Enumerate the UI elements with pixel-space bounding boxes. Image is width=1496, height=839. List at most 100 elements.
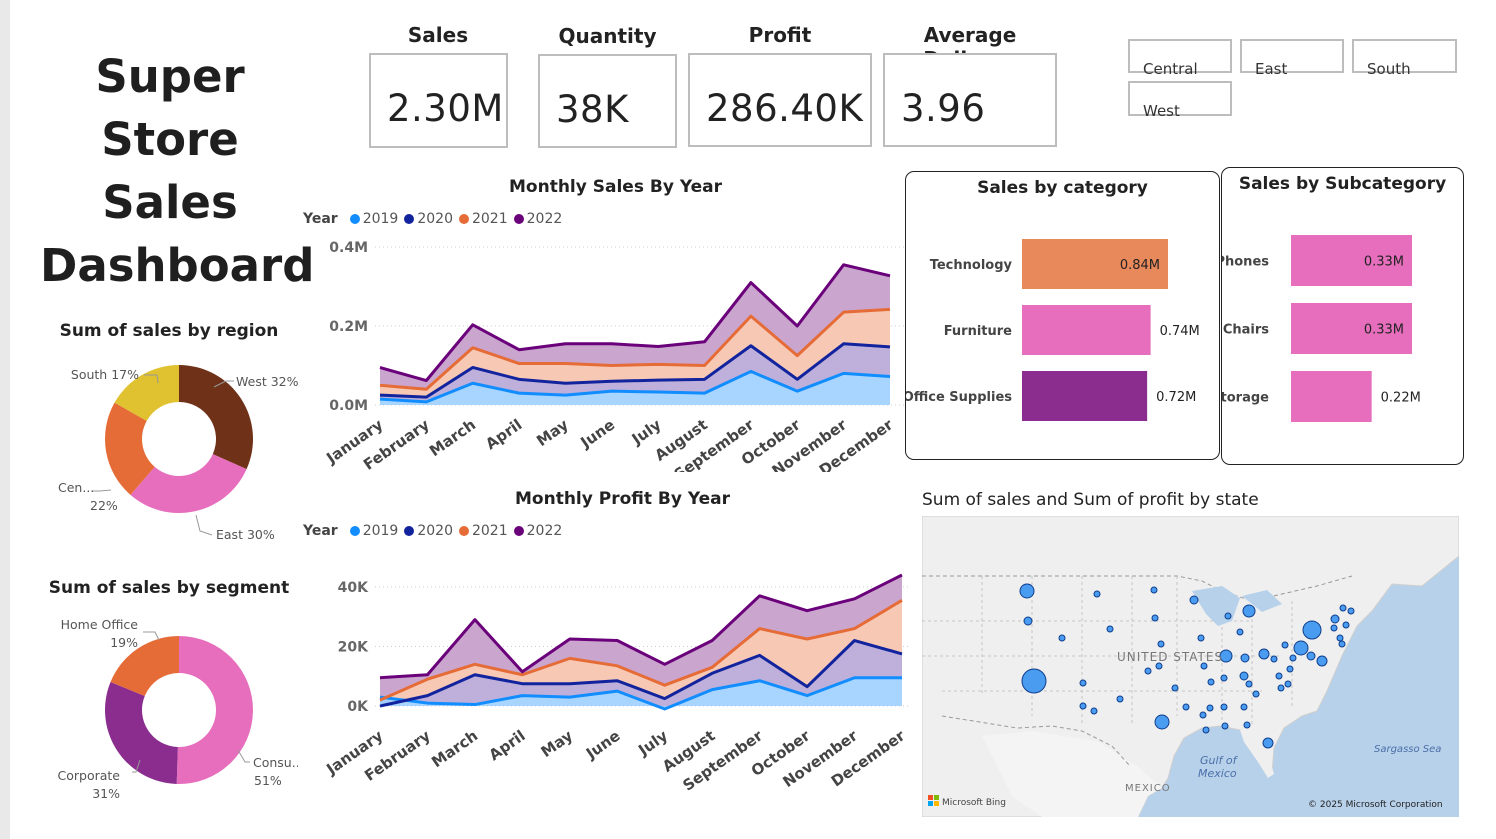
state-bubble[interactable] [1242, 604, 1256, 618]
state-bubble[interactable] [1224, 612, 1232, 620]
state-bubble[interactable] [1302, 620, 1322, 640]
slice-consumer[interactable] [176, 636, 253, 784]
slice-label: Cen... [58, 480, 94, 495]
state-bubble[interactable] [1330, 614, 1340, 624]
state-bubble[interactable] [1306, 651, 1316, 661]
state-bubble[interactable] [1021, 668, 1047, 694]
state-bubble[interactable] [1221, 722, 1229, 730]
state-bubble[interactable] [1220, 703, 1228, 711]
kpi-sales-label: Sales [407, 23, 469, 47]
kpi-delivery-card[interactable]: 3.96 [883, 53, 1057, 147]
segment-donut-chart[interactable]: Consu... 51% Corporate 31% Home Office 19% [40, 610, 299, 810]
legend-dot-icon [349, 526, 360, 536]
state-bubble[interactable] [1316, 655, 1328, 667]
slice-label: West 32% [236, 374, 298, 389]
bar-category-label: Technology [930, 258, 1013, 273]
legend-title: Year [303, 523, 338, 539]
state-bubble[interactable] [1336, 634, 1344, 642]
state-bubble[interactable] [1171, 684, 1179, 692]
state-bubble[interactable] [1240, 653, 1250, 663]
state-bubble[interactable] [1151, 614, 1159, 622]
legend-dot-icon [349, 214, 360, 224]
state-bubble[interactable] [1236, 628, 1244, 636]
profit-chart-title: Monthly Profit By Year [515, 489, 731, 509]
state-bubble[interactable] [1154, 714, 1170, 730]
state-bubble[interactable] [1281, 641, 1289, 649]
profit-area-chart[interactable]: 40K20K0KJanuaryFebruaryMarch April May June… [300, 562, 910, 812]
bar-furniture[interactable] [1022, 305, 1151, 355]
state-bubble[interactable] [1252, 690, 1260, 698]
state-bubble[interactable] [1245, 680, 1253, 688]
subcategory-chart-title: Sales by Subcategory [1238, 174, 1447, 194]
slicer-central[interactable]: Central [1128, 39, 1232, 78]
state-bubble[interactable] [1090, 707, 1098, 715]
state-bubble[interactable] [1220, 674, 1228, 682]
state-bubble[interactable] [1293, 640, 1309, 656]
state-bubble[interactable] [1202, 726, 1210, 734]
state-bubble[interactable] [1157, 640, 1165, 648]
slicer-south[interactable]: South [1352, 39, 1457, 78]
state-bubble[interactable] [1207, 678, 1215, 686]
state-bubble[interactable] [1197, 634, 1205, 642]
state-bubble[interactable] [1239, 671, 1249, 681]
slice-label: Corporate [58, 768, 121, 783]
state-bubble[interactable] [1339, 604, 1347, 612]
legend-2022[interactable]: 2022 [512, 523, 562, 539]
state-bubble[interactable] [1058, 634, 1066, 642]
state-bubble[interactable] [1275, 672, 1283, 680]
slicer-east[interactable]: East [1240, 39, 1344, 78]
legend-2019[interactable]: 2019 [348, 523, 398, 539]
state-bubble[interactable] [1262, 737, 1274, 749]
y-tick-label: 0.0M [329, 398, 368, 414]
legend-2021[interactable]: 2021 [457, 211, 508, 227]
state-bubble[interactable] [1150, 586, 1158, 594]
region-donut-chart[interactable]: West 32% East 30% Cen... 22% South 17% [40, 355, 298, 555]
state-bubble[interactable] [1338, 640, 1346, 648]
state-bubble[interactable] [1258, 648, 1270, 660]
state-bubble[interactable] [1243, 721, 1251, 729]
state-bubble[interactable] [1330, 624, 1338, 632]
bar-value-label: 0.22M [1381, 391, 1421, 406]
legend-label: 2021 [471, 211, 508, 227]
state-bubble[interactable] [1079, 679, 1087, 687]
legend-2020[interactable]: 2020 [402, 523, 453, 539]
bar-storage[interactable] [1291, 371, 1372, 422]
kpi-profit-value: 286.40K [706, 87, 864, 130]
kpi-sales-card[interactable]: 2.30M [369, 53, 508, 148]
state-bubble[interactable] [1289, 654, 1297, 662]
kpi-profit-card[interactable]: 286.40K [688, 53, 872, 147]
state-bubble[interactable] [1189, 595, 1199, 605]
state-bubble[interactable] [1240, 703, 1248, 711]
legend-2021[interactable]: 2021 [457, 523, 508, 539]
state-bubble[interactable] [1286, 665, 1294, 673]
bar-office-supplies[interactable] [1022, 371, 1148, 421]
subcategory-bar-chart[interactable]: Phones 0.33M Chairs 0.33M Storage 0.22M [1222, 218, 1462, 428]
state-bubble[interactable] [1023, 616, 1033, 626]
slicer-west[interactable]: West [1128, 81, 1232, 120]
region-donut-title: Sum of sales by region [59, 321, 279, 341]
legend-2019[interactable]: 2019 [348, 211, 398, 227]
state-bubble[interactable] [1347, 607, 1355, 615]
map-canvas[interactable]: UNITED STATES Gulf of Mexico MEXICO Sarg… [922, 516, 1459, 817]
category-bar-chart[interactable]: Technology 0.84M Furniture 0.74M Office Supp… [906, 222, 1218, 432]
state-bubble[interactable] [1019, 583, 1035, 599]
sales-area-chart[interactable]: 0.4M0.2M0.0MJanuaryFebruaryMarch April May… [300, 232, 910, 472]
state-bubble[interactable] [1106, 625, 1114, 633]
state-bubble[interactable] [1199, 711, 1207, 719]
state-bubble[interactable] [1277, 684, 1285, 692]
state-bubble[interactable] [1144, 667, 1152, 675]
sales-chart-title: Monthly Sales By Year [509, 177, 722, 197]
state-bubble[interactable] [1093, 590, 1101, 598]
state-bubble[interactable] [1270, 655, 1278, 663]
legend-2020[interactable]: 2020 [402, 211, 453, 227]
kpi-quantity-card[interactable]: 38K [538, 54, 677, 148]
state-bubble[interactable] [1284, 680, 1292, 688]
state-bubble[interactable] [1182, 703, 1190, 711]
state-bubble[interactable] [1116, 695, 1124, 703]
y-tick-label: 0K [347, 699, 369, 715]
legend-2022[interactable]: 2022 [512, 211, 562, 227]
state-bubble[interactable] [1206, 704, 1214, 712]
state-map[interactable]: UNITED STATES Gulf of Mexico MEXICO Sarg… [922, 516, 1459, 817]
state-bubble[interactable] [1342, 621, 1350, 629]
state-bubble[interactable] [1079, 702, 1087, 710]
